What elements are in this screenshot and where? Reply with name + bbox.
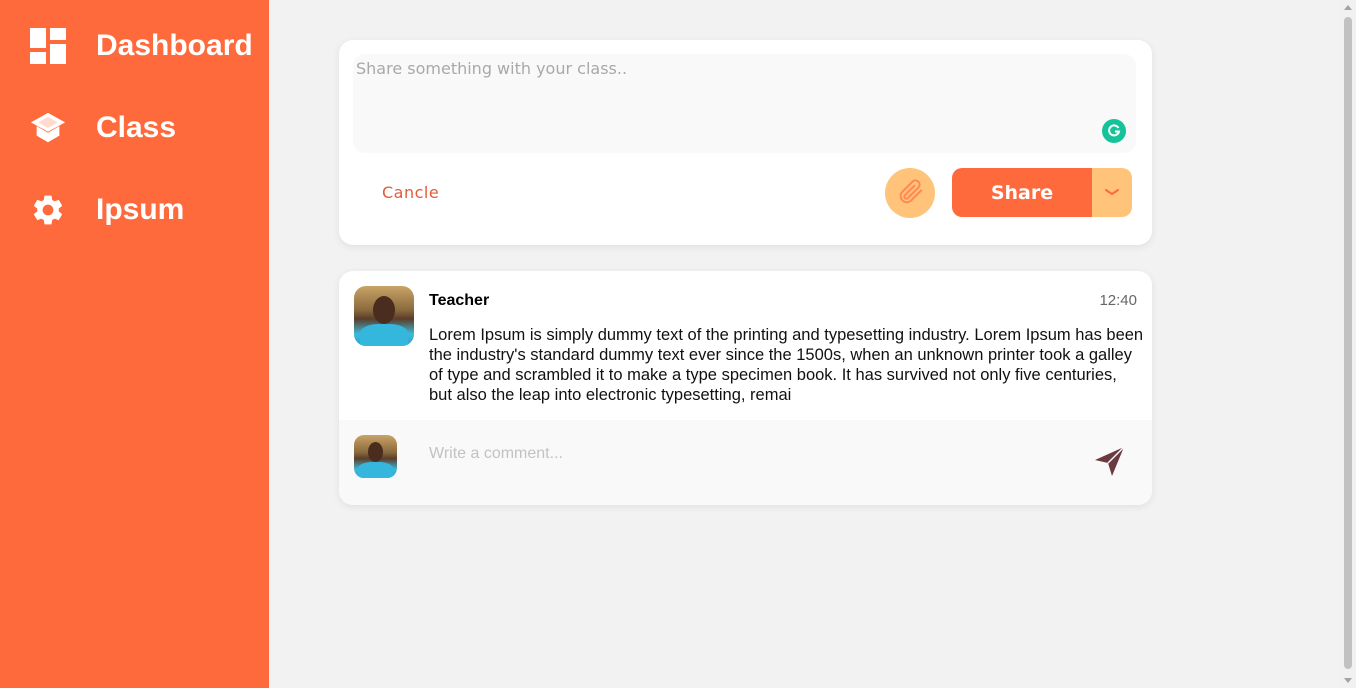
- chevron-down-icon: [1104, 184, 1120, 202]
- sidebar-item-ipsum[interactable]: Ipsum: [30, 190, 184, 230]
- sidebar: Dashboard Class Ipsum: [0, 0, 269, 688]
- post-card: Teacher 12:40 Lorem Ipsum is simply dumm…: [339, 271, 1152, 505]
- graduation-cap-icon: [30, 110, 66, 146]
- scroll-up-icon[interactable]: [1344, 5, 1352, 10]
- sidebar-item-label: Ipsum: [96, 193, 185, 226]
- grammarly-icon[interactable]: [1102, 119, 1126, 143]
- sidebar-item-label: Class: [96, 111, 177, 144]
- share-input-placeholder: Share something with your class..: [356, 59, 628, 78]
- share-input[interactable]: Share something with your class..: [353, 54, 1136, 153]
- share-button-group: Share: [952, 168, 1132, 217]
- sidebar-item-dashboard[interactable]: Dashboard: [30, 26, 253, 66]
- dashboard-icon: [30, 28, 66, 64]
- scroll-thumb[interactable]: [1344, 17, 1352, 669]
- share-dropdown-button[interactable]: [1092, 168, 1132, 217]
- attach-button[interactable]: [885, 168, 935, 218]
- post-composer: Share something with your class.. Cancle…: [339, 40, 1152, 245]
- cancel-button[interactable]: Cancle: [382, 183, 439, 202]
- page-scrollbar[interactable]: [1340, 0, 1356, 688]
- sidebar-item-class[interactable]: Class: [30, 108, 176, 148]
- comment-input[interactable]: Write a comment...: [429, 445, 563, 463]
- scroll-down-icon[interactable]: [1344, 678, 1352, 683]
- comment-area: Write a comment...: [339, 420, 1152, 505]
- send-icon[interactable]: [1093, 444, 1127, 478]
- avatar: [354, 286, 414, 346]
- avatar: [354, 435, 397, 478]
- post-body: Lorem Ipsum is simply dummy text of the …: [429, 326, 1144, 404]
- sidebar-item-label: Dashboard: [96, 29, 253, 62]
- post-time: 12:40: [1099, 292, 1137, 309]
- gear-icon: [30, 192, 66, 228]
- paperclip-icon: [895, 176, 925, 211]
- post-author: Teacher: [429, 292, 490, 309]
- share-button[interactable]: Share: [952, 168, 1092, 217]
